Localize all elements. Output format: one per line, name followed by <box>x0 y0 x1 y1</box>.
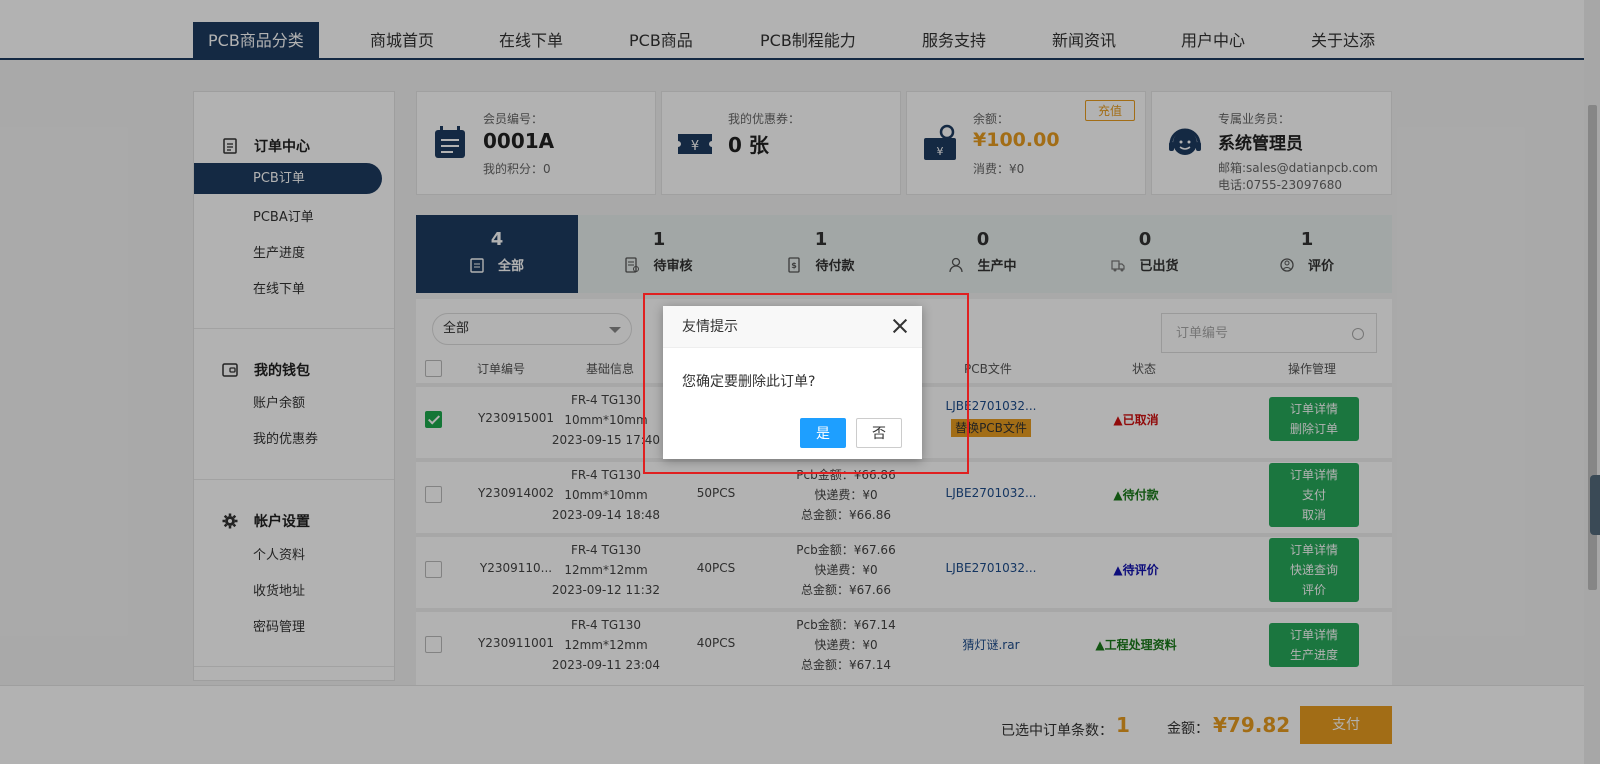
highlight-annotation-box <box>643 293 969 474</box>
side-widget-handle[interactable] <box>1590 475 1600 535</box>
